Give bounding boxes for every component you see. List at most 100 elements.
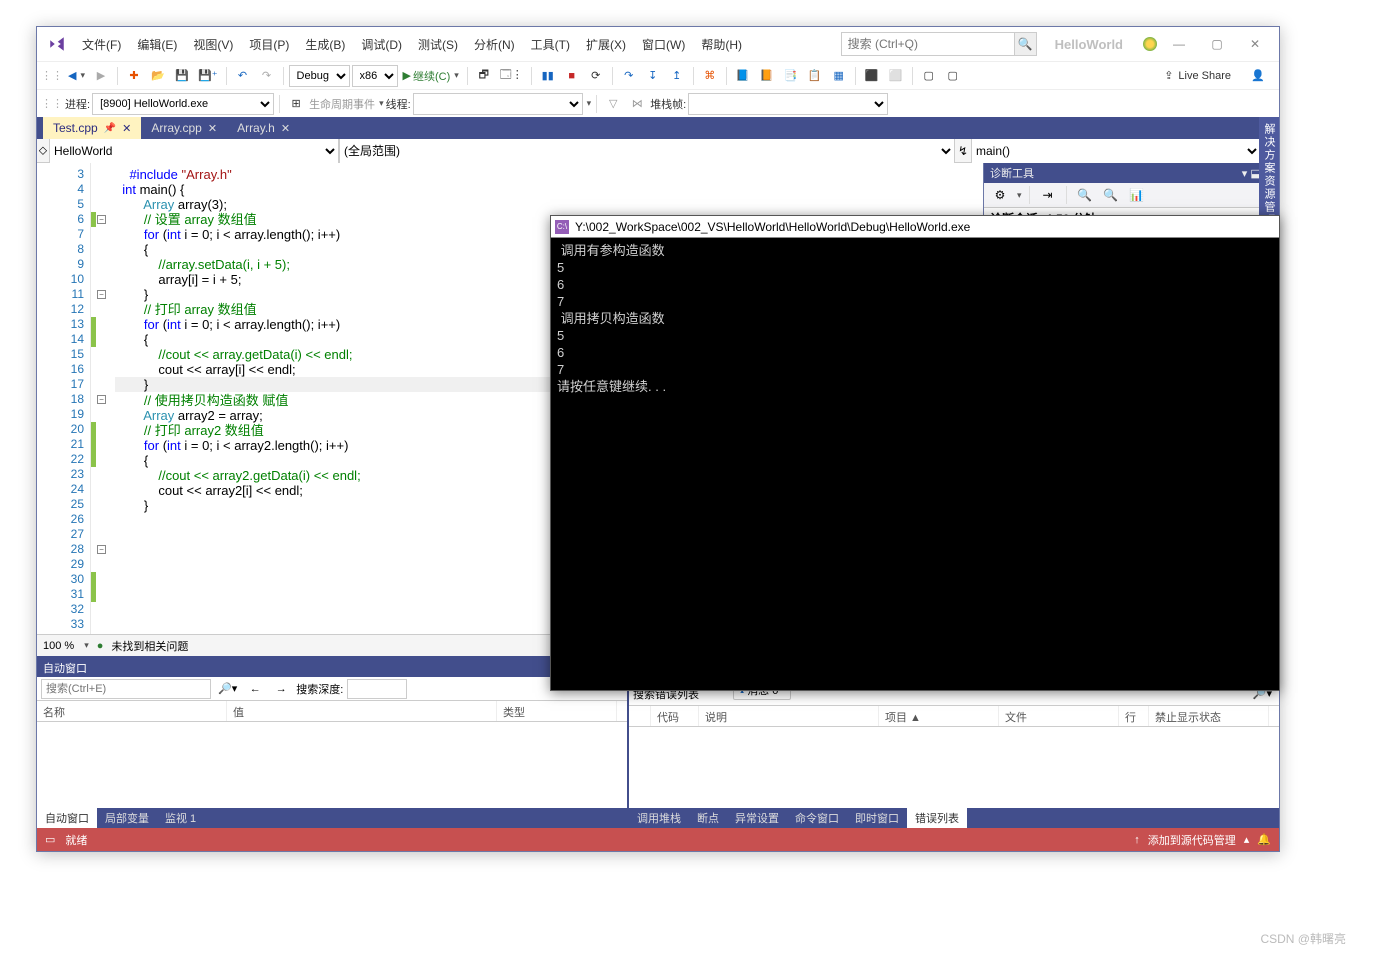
menu-item[interactable]: 测试(S): [411, 32, 465, 57]
depth-label: 搜索深度:: [296, 681, 343, 697]
step-into-button[interactable]: ↧: [642, 65, 664, 87]
notifications-icon[interactable]: 🔔: [1257, 833, 1271, 846]
quick-search[interactable]: 🔍: [841, 32, 1037, 56]
tool-h[interactable]: ⬜: [885, 65, 907, 87]
tool-f[interactable]: ▦: [828, 65, 850, 87]
tool-e[interactable]: 📋: [804, 65, 826, 87]
lifecycle-label: 生命周期事件: [309, 96, 375, 112]
menu-item[interactable]: 编辑(E): [130, 32, 184, 57]
tool-b[interactable]: 📘: [732, 65, 754, 87]
close-icon[interactable]: ✕: [122, 122, 131, 135]
panel-tab[interactable]: 即时窗口: [847, 808, 907, 828]
save-all-button[interactable]: 💾⁺: [195, 65, 221, 87]
nav-scope-1[interactable]: HelloWorld: [49, 139, 339, 163]
restart-button[interactable]: ⟳: [585, 65, 607, 87]
zoom-out-icon[interactable]: 🔍: [1100, 184, 1122, 206]
menu-item[interactable]: 生成(B): [298, 32, 352, 57]
menu-item[interactable]: 窗口(W): [635, 32, 692, 57]
panel-tab[interactable]: 监视 1: [157, 808, 204, 828]
panel-tab[interactable]: 命令窗口: [787, 808, 847, 828]
console-window[interactable]: C:\ Y:\002_WorkSpace\002_VS\HelloWorld\H…: [550, 215, 1280, 691]
file-tab[interactable]: Array.cpp✕: [141, 117, 227, 139]
nav-scope-3[interactable]: main(): [971, 139, 1261, 163]
live-share-button[interactable]: ⇪Live Share: [1156, 69, 1239, 82]
search-icon[interactable]: 🔎▾: [215, 678, 240, 700]
tool-a[interactable]: ⌘: [699, 65, 721, 87]
nav-fwd-button[interactable]: ▶: [90, 65, 112, 87]
panel-tab[interactable]: 异常设置: [727, 808, 787, 828]
tool-1[interactable]: 🗗: [473, 65, 495, 87]
maximize-button[interactable]: ▢: [1199, 32, 1235, 56]
filter2-icon[interactable]: ⋈: [626, 93, 648, 115]
diag-chart-icon[interactable]: 📊: [1126, 184, 1148, 206]
autos-tabs: 自动窗口局部变量监视 1: [37, 808, 627, 828]
nav-back-button[interactable]: ◀▾: [65, 65, 88, 87]
continue-button[interactable]: ▶ 继续(C)▾: [400, 65, 462, 87]
diag-out-icon[interactable]: ⇥: [1037, 184, 1059, 206]
platform-dropdown[interactable]: x86: [352, 65, 398, 87]
stack-dropdown[interactable]: [688, 93, 888, 115]
tool-g[interactable]: ⬛: [861, 65, 883, 87]
notification-icon[interactable]: [1143, 37, 1157, 51]
console-title-bar[interactable]: C:\ Y:\002_WorkSpace\002_VS\HelloWorld\H…: [551, 216, 1279, 238]
error-columns: 代码说明项目 ▲文件行禁止显示状态: [629, 706, 1279, 727]
zoom-in-icon[interactable]: 🔍: [1074, 184, 1096, 206]
quick-search-input[interactable]: [842, 33, 1014, 55]
open-file-button[interactable]: 📂: [147, 65, 169, 87]
menu-item[interactable]: 分析(N): [467, 32, 522, 57]
menu-item[interactable]: 项目(P): [242, 32, 296, 57]
nav-scope-2[interactable]: (全局范围): [339, 139, 955, 163]
menu-item[interactable]: 视图(V): [186, 32, 240, 57]
close-button[interactable]: ✕: [1237, 32, 1273, 56]
src-ctrl-button[interactable]: 添加到源代码管理: [1148, 832, 1236, 848]
file-tab[interactable]: Array.h✕: [227, 117, 300, 139]
status-bar: ▭ 就绪 ↑ 添加到源代码管理 ▴ 🔔: [37, 828, 1279, 851]
panel-tab[interactable]: 调用堆栈: [629, 808, 689, 828]
diag-settings-icon[interactable]: ⚙: [989, 184, 1011, 206]
thread-dropdown[interactable]: [413, 93, 583, 115]
redo-button[interactable]: ↷: [256, 65, 278, 87]
pin-icon[interactable]: 📌: [104, 123, 116, 134]
feedback-icon[interactable]: 👤: [1247, 65, 1269, 87]
zoom-level[interactable]: 100 %: [43, 640, 74, 652]
panel-tab[interactable]: 错误列表: [907, 808, 967, 828]
panel-tab[interactable]: 局部变量: [97, 808, 157, 828]
nav-right-icon[interactable]: →: [270, 678, 292, 700]
close-icon[interactable]: ✕: [208, 122, 217, 135]
menu-item[interactable]: 调试(D): [354, 32, 409, 57]
menu-item[interactable]: 扩展(X): [579, 32, 633, 57]
menu-item[interactable]: 工具(T): [524, 32, 577, 57]
tool-2[interactable]: 🗔⋮: [497, 65, 526, 87]
vs-logo-icon: [43, 35, 71, 53]
panel-tab[interactable]: 断点: [689, 808, 727, 828]
search-icon[interactable]: 🔍: [1014, 33, 1036, 55]
filter-icon[interactable]: ▽: [602, 93, 624, 115]
navigation-bar: ⬦ HelloWorld (全局范围) ↯ main() ±: [37, 139, 1279, 163]
pause-button[interactable]: ▮▮: [537, 65, 559, 87]
tool-d[interactable]: 📑: [780, 65, 802, 87]
new-file-button[interactable]: ✚: [123, 65, 145, 87]
autos-columns: 名称值类型: [37, 701, 627, 722]
lifecycle-icon[interactable]: ⊞: [285, 93, 307, 115]
save-button[interactable]: 💾: [171, 65, 193, 87]
depth-input[interactable]: [347, 679, 407, 699]
config-dropdown[interactable]: Debug: [289, 65, 350, 87]
panel-tab[interactable]: 自动窗口: [37, 808, 97, 828]
minimize-button[interactable]: —: [1161, 32, 1197, 56]
autos-search-input[interactable]: [41, 679, 211, 699]
tool-c[interactable]: 📙: [756, 65, 778, 87]
file-tab[interactable]: Test.cpp📌✕: [43, 117, 141, 139]
issues-text: 未找到相关问题: [111, 638, 188, 654]
undo-button[interactable]: ↶: [232, 65, 254, 87]
menu-item[interactable]: 帮助(H): [694, 32, 749, 57]
step-over-button[interactable]: ↷: [618, 65, 640, 87]
nav-left-icon[interactable]: ←: [244, 678, 266, 700]
tool-i[interactable]: ▢: [918, 65, 940, 87]
close-icon[interactable]: ✕: [281, 122, 290, 135]
step-out-button[interactable]: ↥: [666, 65, 688, 87]
line-numbers: 3456789101112131415161718192021222324252…: [37, 163, 91, 634]
tool-j[interactable]: ▢: [942, 65, 964, 87]
stop-button[interactable]: ■: [561, 65, 583, 87]
process-dropdown[interactable]: [8900] HelloWorld.exe: [92, 93, 274, 115]
menu-item[interactable]: 文件(F): [75, 32, 128, 57]
